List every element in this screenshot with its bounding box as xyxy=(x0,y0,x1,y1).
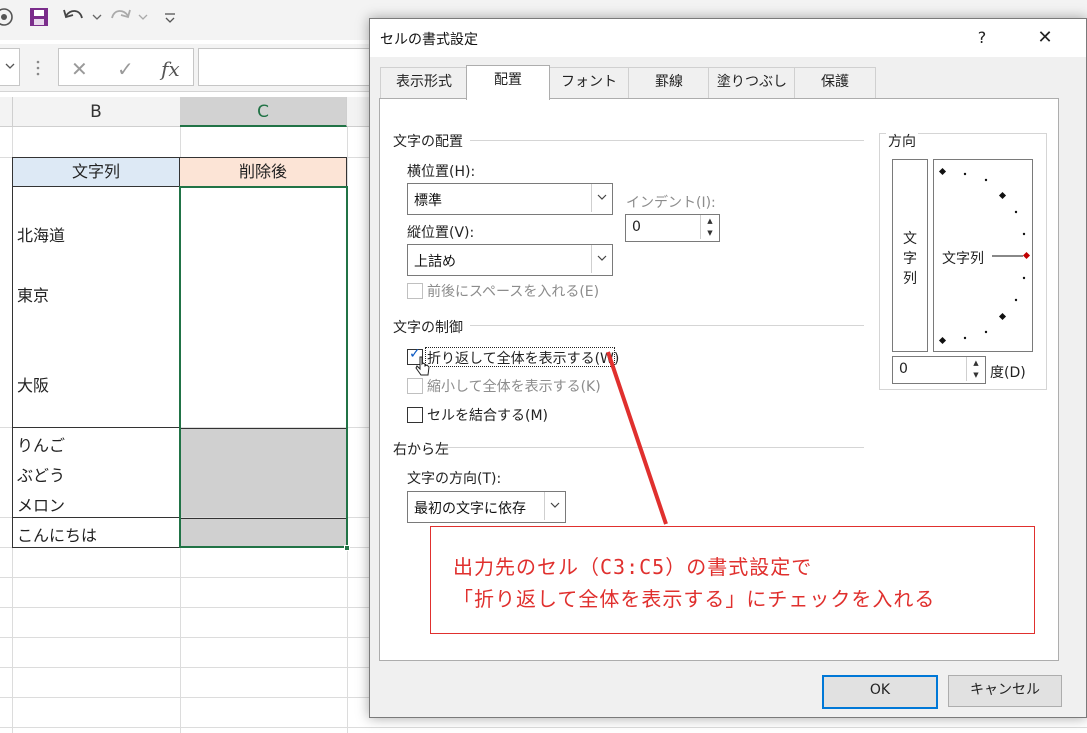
spin-down-icon[interactable]: ▼ xyxy=(967,369,985,381)
indent-label: インデント(I): xyxy=(626,195,716,211)
dialog-titlebar[interactable]: セルの書式設定 ? ✕ xyxy=(370,19,1086,57)
shrink-to-fit-checkbox[interactable] xyxy=(407,378,423,394)
annotation-callout: 出力先のセル（C3:C5）の書式設定で 「折り返して全体を表示する」にチェックを… xyxy=(430,526,1035,634)
indent-spinner[interactable]: 0 ▲ ▼ xyxy=(625,214,720,242)
vertical-value: 上詰め xyxy=(414,254,456,270)
degrees-label: 度(D) xyxy=(990,365,1026,381)
degrees-spinner[interactable]: 0 ▲ ▼ xyxy=(892,356,986,384)
cell-text: こんにちは xyxy=(17,526,98,545)
indent-value: 0 xyxy=(632,219,641,235)
save-icon[interactable] xyxy=(28,6,50,33)
tab-alignment[interactable]: 配置 xyxy=(466,65,550,100)
merge-cells-checkbox[interactable] xyxy=(407,407,423,423)
spin-buttons[interactable]: ▲ ▼ xyxy=(966,357,985,381)
annotation-line-2: 「折り返して全体を表示する」にチェックを入れる xyxy=(453,587,936,611)
rtl-title: 右から左 xyxy=(393,442,449,458)
spin-up-icon[interactable]: ▲ xyxy=(701,215,719,227)
mouse-cursor-icon xyxy=(415,355,431,377)
column-header-b[interactable]: B xyxy=(12,97,181,127)
spin-down-icon[interactable]: ▼ xyxy=(701,227,719,239)
cancel-button[interactable]: キャンセル xyxy=(948,675,1062,707)
spin-up-icon[interactable]: ▲ xyxy=(967,357,985,369)
orientation-sample-text: 文字列 xyxy=(942,251,984,267)
text-direction-label: 文字の方向(T): xyxy=(407,471,502,487)
tab-protection[interactable]: 保護 xyxy=(794,67,876,98)
autosave-icon[interactable] xyxy=(0,6,16,33)
section-divider xyxy=(442,447,864,448)
vertical-text-option[interactable]: 文 字 列 xyxy=(892,159,928,352)
vertical-char: 列 xyxy=(903,271,917,287)
cancel-formula-icon[interactable]: ✕ xyxy=(71,57,88,81)
horizontal-value: 標準 xyxy=(414,193,442,209)
orientation-title: 方向 xyxy=(886,131,918,151)
tab-font[interactable]: フォント xyxy=(548,67,630,98)
cell-b5[interactable]: こんにちは xyxy=(12,517,180,548)
cell-text: りんご xyxy=(17,436,66,455)
tab-number[interactable]: 表示形式 xyxy=(380,67,468,98)
cell-text: 大阪 xyxy=(17,376,50,395)
column-header-c[interactable]: C xyxy=(180,97,347,127)
cell-c2[interactable]: 削除後 xyxy=(179,157,347,187)
fill-handle[interactable] xyxy=(344,545,350,551)
text-alignment-title: 文字の配置 xyxy=(393,134,463,150)
close-button[interactable]: ✕ xyxy=(1030,25,1060,51)
spin-buttons[interactable]: ▲ ▼ xyxy=(700,215,719,239)
cell-b4[interactable]: りんご ぶどう メロン xyxy=(12,427,180,518)
selection-border xyxy=(179,186,348,548)
cell-b3[interactable]: 北海道 東京 大阪 xyxy=(12,186,180,428)
undo-icon[interactable] xyxy=(62,6,102,33)
tab-border[interactable]: 罫線 xyxy=(628,67,710,98)
formula-buttons: ✕ ✓ fx xyxy=(58,48,194,86)
justify-distributed-checkbox[interactable] xyxy=(407,283,423,299)
cell-text: メロン xyxy=(17,496,66,515)
orientation-dial[interactable]: 文字列 xyxy=(933,159,1033,352)
text-direction-value: 最初の文字に依存 xyxy=(414,501,526,517)
help-button[interactable]: ? xyxy=(968,25,996,51)
redo-icon[interactable] xyxy=(110,6,150,33)
cell-text: 東京 xyxy=(17,286,50,305)
chevron-down-icon[interactable] xyxy=(591,184,612,212)
merge-cells-label: セルを結合する(M) xyxy=(427,408,549,424)
section-divider xyxy=(470,140,864,141)
cell-text: 北海道 xyxy=(17,226,66,245)
vertical-char: 文 xyxy=(903,231,917,247)
grid-line xyxy=(0,727,1087,728)
text-control-title: 文字の制御 xyxy=(393,320,463,336)
text-direction-select[interactable]: 最初の文字に依存 xyxy=(407,491,566,523)
formula-bar-grip-icon[interactable] xyxy=(35,58,41,78)
vertical-char: 字 xyxy=(903,251,917,267)
annotation-line-1: 出力先のセル（C3:C5）の書式設定で xyxy=(453,555,813,579)
horizontal-label: 横位置(H): xyxy=(407,164,476,180)
chevron-down-icon[interactable] xyxy=(544,492,565,520)
section-divider xyxy=(470,325,864,326)
degrees-value: 0 xyxy=(899,361,908,377)
shrink-to-fit-label: 縮小して全体を表示する(K) xyxy=(427,379,601,395)
customize-qat-icon[interactable] xyxy=(163,6,177,33)
cell-text: ぶどう xyxy=(17,466,66,485)
enter-formula-icon[interactable]: ✓ xyxy=(117,57,134,81)
justify-distributed-label: 前後にスペースを入れる(E) xyxy=(427,284,600,300)
wrap-text-label[interactable]: 折り返して全体を表示する(W) xyxy=(427,348,619,368)
vertical-align-select[interactable]: 上詰め xyxy=(407,244,613,276)
insert-function-icon[interactable]: fx xyxy=(161,57,180,81)
chevron-down-icon[interactable] xyxy=(591,245,612,273)
ok-button[interactable]: OK xyxy=(822,675,938,709)
horizontal-align-select[interactable]: 標準 xyxy=(407,183,613,215)
cell-b2[interactable]: 文字列 xyxy=(12,157,180,187)
dialog-title: セルの書式設定 xyxy=(380,32,478,48)
tab-fill[interactable]: 塗りつぶし xyxy=(708,67,796,98)
name-box-dropdown[interactable] xyxy=(0,48,20,86)
vertical-label: 縦位置(V): xyxy=(407,225,475,241)
